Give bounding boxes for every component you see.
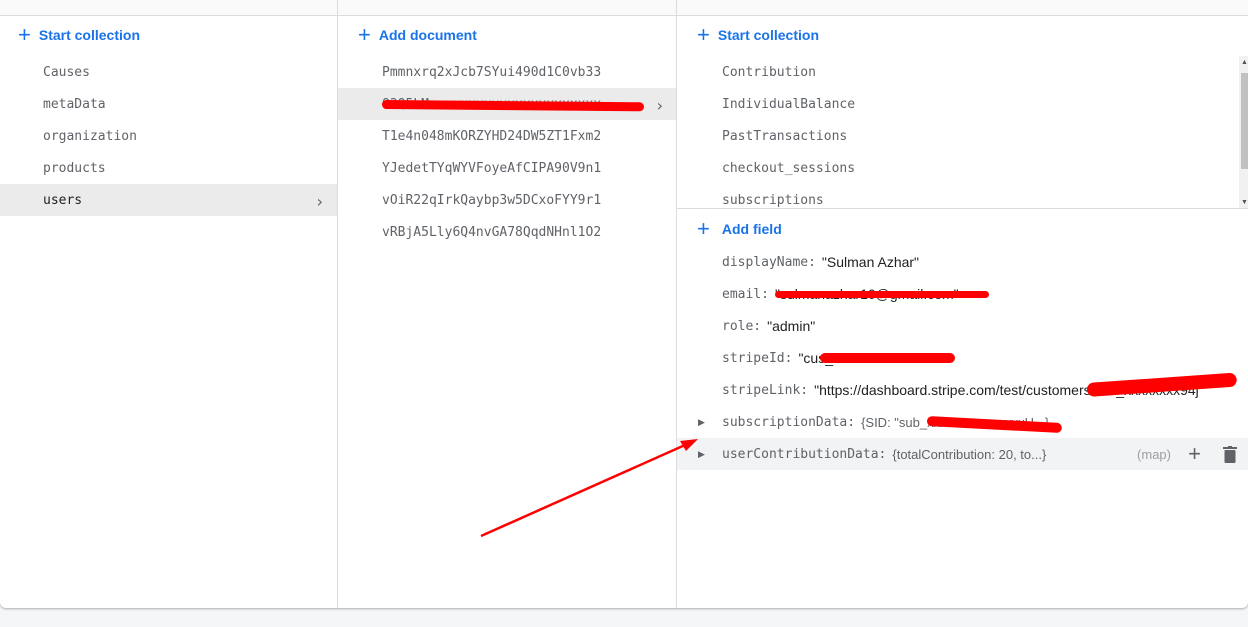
start-subcollection-button[interactable]: + Start collection xyxy=(697,24,819,46)
field-row[interactable]: stripeLink: "https://dashboard.stripe.co… xyxy=(677,372,1248,406)
subcollection-item[interactable]: PastTransactions xyxy=(677,120,1248,152)
field-row-map[interactable]: ▶ subscriptionData: {SID: "sub_xxxxxxxxx… xyxy=(677,406,1248,438)
start-collection-label: Start collection xyxy=(717,27,819,43)
column-header xyxy=(0,0,337,16)
field-key: stripeId: xyxy=(722,350,793,366)
expand-icon[interactable]: ▶ xyxy=(698,417,705,428)
document-item[interactable]: vRBjA5Lly6Q4nvGA78QqdNHnl1O2 xyxy=(338,216,677,248)
add-document-button[interactable]: + Add document xyxy=(358,24,477,46)
plus-icon: + xyxy=(358,22,371,47)
chevron-right-icon: › xyxy=(316,192,323,211)
firestore-data-panel: + Start collection Causes metaData organ… xyxy=(0,0,1248,608)
add-nested-field-icon[interactable]: + xyxy=(1188,441,1201,467)
field-value: "Sulman Azhar" xyxy=(821,254,920,270)
field-value: {totalContribution: 20, to...} xyxy=(892,446,1047,462)
column-header xyxy=(677,0,1248,16)
field-list: displayName: "Sulman Azhar" email: "sulm… xyxy=(677,246,1248,470)
document-item[interactable]: T1e4n048mKORZYHD24DW5ZT1Fxm2 xyxy=(338,120,677,152)
scroll-up-icon[interactable]: ▲ xyxy=(1241,59,1248,66)
field-key: role: xyxy=(722,318,762,334)
collection-item[interactable]: products xyxy=(0,152,337,184)
document-item[interactable]: vOiR22qIrkQaybp3w5DCxoFYY9r1 xyxy=(338,184,677,216)
field-value: "admin" xyxy=(767,318,816,334)
field-row[interactable]: email: "sulmanazhar10@gmail.com" xyxy=(677,278,1248,310)
scrollbar[interactable]: ▲ ▼ xyxy=(1239,56,1248,208)
plus-icon: + xyxy=(18,22,31,47)
field-key: email: xyxy=(722,286,769,302)
collection-item[interactable]: metaData xyxy=(0,88,337,120)
field-row[interactable]: stripeId: "cus_KxxxxxxxxxxX4l" xyxy=(677,342,1248,374)
chevron-right-icon: › xyxy=(656,96,663,115)
add-field-button[interactable]: + Add field xyxy=(697,218,782,240)
field-key: subscriptionData: xyxy=(722,414,856,430)
plus-icon: + xyxy=(697,216,710,241)
redaction-scribble xyxy=(775,291,989,298)
document-item-selected[interactable]: O3Q5LMxxxxxxxxxxxxxxxxxxxxxx › xyxy=(338,88,677,120)
expand-icon[interactable]: ▶ xyxy=(698,449,705,460)
column-header xyxy=(338,0,677,16)
field-key: displayName: xyxy=(722,254,816,270)
document-detail-column: + Start collection Contribution Individu… xyxy=(676,0,1248,608)
collection-item-selected[interactable]: users › xyxy=(0,184,337,216)
field-key: userContributionData: xyxy=(722,446,887,462)
delete-icon[interactable] xyxy=(1223,446,1237,463)
subcollection-item[interactable]: checkout_sessions xyxy=(677,152,1248,184)
document-item[interactable]: Pmmnxrq2xJcb7SYui490d1C0vb33 xyxy=(338,56,677,88)
scrollbar-thumb[interactable] xyxy=(1241,73,1248,169)
field-row[interactable]: role: "admin" xyxy=(677,310,1248,342)
add-field-label: Add field xyxy=(721,221,782,237)
field-type-label: (map) xyxy=(1137,446,1171,462)
field-key: stripeLink: xyxy=(722,382,809,398)
documents-column: + Add document Pmmnxrq2xJcb7SYui490d1C0v… xyxy=(337,0,677,608)
field-row-map-hovered[interactable]: ▶ userContributionData: {totalContributi… xyxy=(677,438,1248,470)
subcollection-list: Contribution IndividualBalance PastTrans… xyxy=(677,56,1248,209)
plus-icon: + xyxy=(697,22,710,47)
collection-item[interactable]: Causes xyxy=(0,56,337,88)
field-row[interactable]: displayName: "Sulman Azhar" xyxy=(677,246,1248,278)
start-collection-button[interactable]: + Start collection xyxy=(18,24,140,46)
subcollection-item[interactable]: IndividualBalance xyxy=(677,88,1248,120)
redaction-scribble xyxy=(820,353,955,363)
add-document-label: Add document xyxy=(378,27,477,43)
collection-item[interactable]: organization xyxy=(0,120,337,152)
collections-column: + Start collection Causes metaData organ… xyxy=(0,0,337,608)
document-item[interactable]: YJedetTYqWYVFoyeAfCIPA90V9n1 xyxy=(338,152,677,184)
subcollection-item[interactable]: Contribution xyxy=(677,56,1248,88)
start-collection-label: Start collection xyxy=(38,27,140,43)
subcollection-item[interactable]: subscriptions xyxy=(677,184,1248,208)
scroll-down-icon[interactable]: ▼ xyxy=(1241,199,1248,206)
collection-item-label: users xyxy=(43,192,83,208)
